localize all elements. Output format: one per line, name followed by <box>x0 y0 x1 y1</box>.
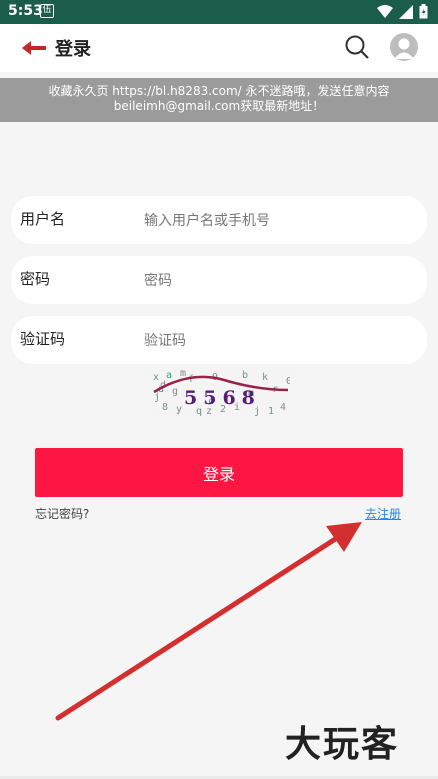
svg-text:b: b <box>242 370 248 381</box>
watermark-logo: 大玩客 <box>285 723 400 765</box>
notice-banner: 收藏永久页 https://bl.h8283.com/ 永不迷路哦，发送任意内容… <box>0 78 438 122</box>
svg-text:a: a <box>166 370 172 381</box>
page-title: 登录 <box>55 39 91 60</box>
battery-icon <box>419 4 428 19</box>
svg-text:4: 4 <box>280 402 286 413</box>
status-icons <box>377 4 428 19</box>
username-row: 用户名 <box>11 196 427 244</box>
notice-line-2: beileimh@gmail.com获取最新地址！ <box>113 99 325 113</box>
captcha-row: 验证码 <box>11 316 427 364</box>
forgot-password-link[interactable]: 忘记密码? <box>35 505 89 522</box>
notice-line-1: 收藏永久页 https://bl.h8283.com/ 永不迷路哦，发送任意内容 <box>48 84 390 98</box>
svg-text:x: x <box>153 372 159 383</box>
password-input[interactable] <box>142 268 406 294</box>
search-icon[interactable] <box>344 34 370 60</box>
username-input[interactable] <box>142 208 406 234</box>
signal-icon <box>399 4 413 19</box>
password-row: 密码 <box>11 256 427 304</box>
login-button[interactable]: 登录 <box>35 448 403 497</box>
username-label: 用户名 <box>20 210 66 228</box>
notification-icon: 伍 <box>40 4 54 18</box>
svg-text:y: y <box>176 404 182 415</box>
register-link[interactable]: 去注册 <box>365 505 401 522</box>
captcha-label: 验证码 <box>20 330 66 348</box>
svg-text:0: 0 <box>286 376 290 387</box>
captcha-image[interactable]: xdj8 gyfq 92 ib jkr4 1zm0 acmu 5568 <box>150 370 290 416</box>
captcha-text: 5568 <box>184 387 261 409</box>
svg-text:g: g <box>172 386 178 397</box>
svg-text:f: f <box>188 374 194 385</box>
back-arrow-icon[interactable] <box>20 38 48 58</box>
svg-text:8: 8 <box>162 402 168 413</box>
app-bar: 登录 <box>0 24 438 72</box>
svg-text:k: k <box>262 372 268 383</box>
captcha-input[interactable] <box>142 328 406 354</box>
status-bar: 5:53 伍 <box>0 0 438 24</box>
wifi-icon <box>377 4 393 18</box>
status-time: 5:53 <box>8 3 43 19</box>
password-label: 密码 <box>20 270 51 288</box>
svg-text:1: 1 <box>268 406 274 416</box>
avatar-icon[interactable] <box>390 33 418 61</box>
